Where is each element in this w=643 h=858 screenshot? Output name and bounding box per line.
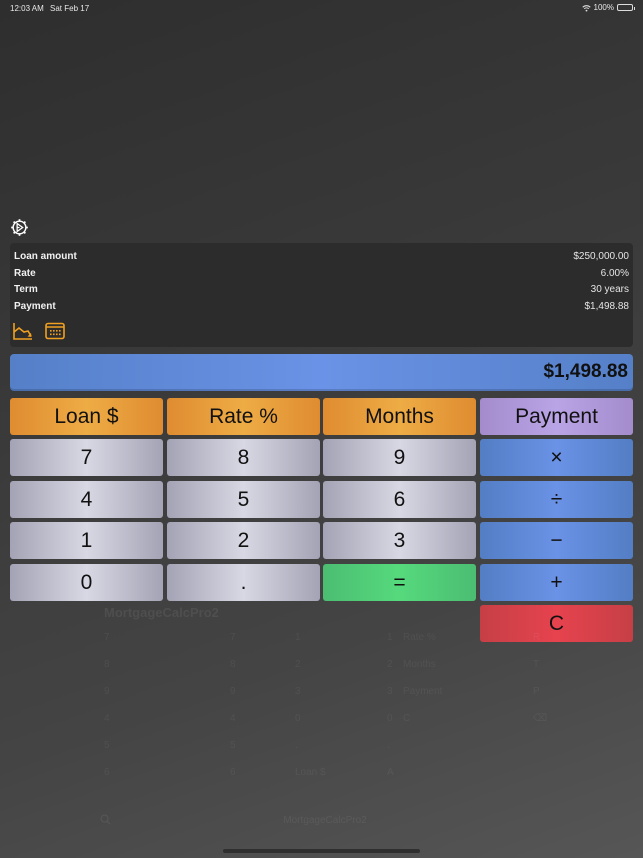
shortcut-key: 0 [387, 713, 393, 724]
digit-8-button[interactable]: 8 [167, 439, 320, 476]
calculator-display: $1,498.88 [10, 354, 633, 391]
subtract-button[interactable]: − [480, 522, 633, 559]
battery-icon [617, 4, 635, 11]
digit-4-button[interactable]: 4 [10, 481, 163, 518]
summary-row-payment: Payment $1,498.88 [14, 301, 629, 315]
digit-2-button[interactable]: 2 [167, 522, 320, 559]
summary-label: Loan amount [14, 251, 77, 262]
shortcuts-search-bar: MortgageCalcPro2 [100, 810, 550, 832]
shortcut-label: Loan $ [295, 767, 326, 778]
summary-label: Rate [14, 268, 36, 279]
digit-0-button[interactable]: 0 [10, 564, 163, 601]
payment-button[interactable]: Payment [480, 398, 633, 435]
shortcut-key: R [533, 632, 541, 643]
shortcut-label: . [295, 740, 298, 751]
shortcut-key: T [533, 659, 540, 670]
shortcut-key: 6 [230, 767, 236, 778]
add-button[interactable]: + [480, 564, 633, 601]
status-bar: 12:03 AM Sat Feb 17 100% [0, 0, 643, 16]
summary-label: Term [14, 284, 38, 295]
shortcuts-title: MortgageCalcPro2 [104, 605, 219, 620]
shortcut-label: 6 [104, 767, 110, 778]
shortcut-key: 5 [230, 740, 236, 751]
summary-value: 30 years [590, 284, 629, 295]
shortcut-key: ⌫ [533, 713, 548, 724]
loan-amount-button[interactable]: Loan $ [10, 398, 163, 435]
chart-declining-icon[interactable] [13, 322, 33, 340]
shortcut-label: 4 [104, 713, 110, 724]
shortcut-label: 1 [295, 632, 301, 643]
shortcut-key: P [533, 686, 540, 697]
shortcut-label: 2 [295, 659, 301, 670]
shortcut-key: 2 [387, 659, 393, 670]
divide-button[interactable]: ÷ [480, 481, 633, 518]
rate-button[interactable]: Rate % [167, 398, 320, 435]
battery-percent: 100% [593, 3, 614, 12]
digit-7-button[interactable]: 7 [10, 439, 163, 476]
multiply-button[interactable]: × [480, 439, 633, 476]
clear-button[interactable]: C [480, 605, 633, 642]
summary-row-term: Term 30 years [14, 284, 629, 298]
summary-label: Payment [14, 301, 56, 312]
shortcut-key: 4 [230, 713, 236, 724]
shortcut-key: 1 [387, 632, 393, 643]
summary-row-rate: Rate 6.00% [14, 268, 629, 282]
shortcut-label: Months [403, 659, 436, 670]
shortcuts-search-label: MortgageCalcPro2 [283, 815, 367, 826]
summary-row-loan-amount: Loan amount $250,000.00 [14, 251, 629, 265]
summary-value: $250,000.00 [573, 251, 629, 262]
shortcut-label: 0 [295, 713, 301, 724]
shortcut-key: 7 [230, 632, 236, 643]
shortcut-label: 7 [104, 632, 110, 643]
shortcut-label: Rate % [403, 632, 436, 643]
status-right: 100% [581, 3, 635, 12]
wifi-icon [581, 4, 591, 12]
summary-value: $1,498.88 [584, 301, 630, 312]
status-time: 12:03 AM [10, 4, 44, 13]
shortcut-label: 9 [104, 686, 110, 697]
shortcut-key: . [387, 740, 390, 751]
shortcut-key: 9 [230, 686, 236, 697]
digit-5-button[interactable]: 5 [167, 481, 320, 518]
status-date: Sat Feb 17 [50, 4, 90, 13]
digit-6-button[interactable]: 6 [323, 481, 476, 518]
loan-summary-panel: Loan amount $250,000.00 Rate 6.00% Term … [10, 243, 633, 347]
shortcut-label: 5 [104, 740, 110, 751]
shortcut-key: 8 [230, 659, 236, 670]
digit-3-button[interactable]: 3 [323, 522, 476, 559]
shortcut-label: 3 [295, 686, 301, 697]
shortcut-label: 8 [104, 659, 110, 670]
decimal-button[interactable]: . [167, 564, 320, 601]
settings-gear-icon[interactable] [10, 218, 29, 237]
display-value: $1,498.88 [543, 361, 628, 382]
digit-9-button[interactable]: 9 [323, 439, 476, 476]
home-indicator[interactable] [223, 849, 420, 853]
shortcut-key: 3 [387, 686, 393, 697]
shortcut-label: Payment [403, 686, 443, 697]
summary-value: 6.00% [600, 268, 629, 279]
equals-button[interactable]: = [323, 564, 476, 601]
months-button[interactable]: Months [323, 398, 476, 435]
calendar-icon[interactable] [45, 322, 65, 340]
shortcut-label: C [403, 713, 411, 724]
digit-1-button[interactable]: 1 [10, 522, 163, 559]
shortcut-key: A [387, 767, 394, 778]
